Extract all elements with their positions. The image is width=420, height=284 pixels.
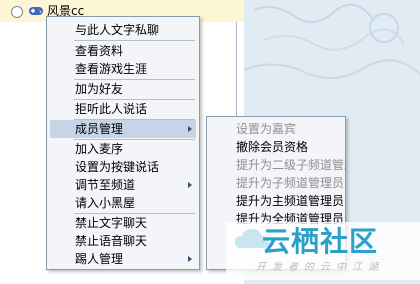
menu-item-private-chat[interactable]: 与此人文字私聊	[50, 21, 196, 39]
menu-item-member-management[interactable]: 成员管理	[50, 120, 196, 138]
menu-item-label: 调节至频道	[75, 178, 136, 192]
submenu-item-revoke-membership[interactable]: 撤除会员资格	[210, 138, 342, 156]
menu-item-mute-voice[interactable]: 禁止语音聊天	[50, 232, 196, 250]
gamepad-icon	[29, 7, 43, 15]
menu-item-label: 成员管理	[75, 122, 124, 136]
menu-separator	[74, 40, 195, 41]
status-radio-icon[interactable]	[11, 6, 23, 18]
menu-item-block-voice[interactable]: 拒听此人说话	[50, 100, 196, 118]
menu-item-mute-text[interactable]: 禁止文字聊天	[50, 214, 196, 232]
context-menu: 与此人文字私聊 查看资料 查看游戏生涯 加为好友 拒听此人说话 成员管理 加入麦…	[46, 16, 200, 270]
menu-item-view-profile[interactable]: 查看资料	[50, 42, 196, 60]
watermark-subtitle: 开发者的云中江湖	[256, 262, 384, 273]
menu-item-kick-management[interactable]: 踢人管理	[50, 250, 196, 268]
menu-item-join-mic-queue[interactable]: 加入麦序	[50, 140, 196, 158]
submenu-arrow-icon	[188, 182, 192, 188]
submenu-arrow-icon	[188, 126, 192, 132]
app-window: 风景cc 与此人文字私聊 查看资料 查看游戏生涯 加为好友 拒听此人说话 成员管…	[0, 0, 420, 284]
submenu-item-set-guest[interactable]: 设置为嘉宾	[210, 120, 342, 138]
menu-item-invite-to-blackroom[interactable]: 请入小黑屋	[50, 194, 196, 212]
menu-item-view-game-career[interactable]: 查看游戏生涯	[50, 60, 196, 78]
submenu-item-promote-sub-admin[interactable]: 提升为子频道管理员	[210, 174, 344, 192]
submenu-item-promote-main-admin[interactable]: 提升为主频道管理员	[210, 192, 344, 210]
background-decoration	[244, 3, 420, 80]
menu-item-add-friend[interactable]: 加为好友	[50, 80, 196, 98]
menu-item-push-to-talk[interactable]: 设置为按键说话	[50, 158, 196, 176]
menu-item-label: 踢人管理	[75, 252, 124, 266]
menu-item-move-to-channel[interactable]: 调节至频道	[50, 176, 196, 194]
submenu-item-promote-sub2-admin[interactable]: 提升为二级子频道管理员	[210, 156, 345, 174]
watermark-title: 云栖社区	[262, 225, 379, 258]
submenu-arrow-icon	[188, 256, 192, 262]
watermark: 云栖社区 开发者的云中江湖	[226, 222, 420, 280]
